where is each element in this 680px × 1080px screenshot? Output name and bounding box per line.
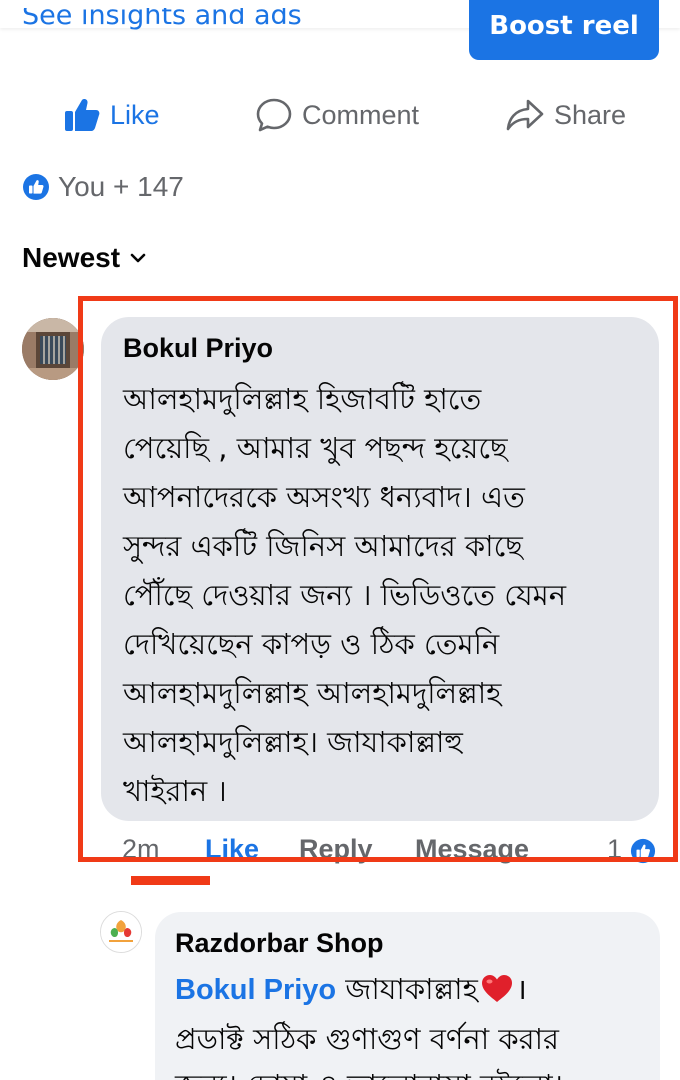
comment-line: পেয়েছি , আমার খুব পছন্দ হয়েছে [123, 431, 508, 465]
comment-button[interactable]: Comment [256, 90, 419, 140]
comment-bubble[interactable]: Bokul Priyo আলহামদুলিল্লাহ হিজাবটি হাতে … [101, 317, 659, 821]
highlight-underline [131, 876, 210, 885]
comment-line: খাইরান । [123, 774, 227, 808]
comment-author[interactable]: Bokul Priyo [123, 331, 637, 365]
thumbs-up-icon [64, 98, 100, 132]
comment-like-button[interactable]: Like [205, 834, 259, 865]
post-actions: Like Comment Share [0, 90, 680, 140]
comment-sort-dropdown[interactable]: Newest [22, 238, 146, 278]
avatar[interactable] [22, 318, 84, 380]
comment-text: আলহামদুলিল্লাহ হিজাবটি হাতে পেয়েছি , আম… [123, 375, 637, 816]
like-button[interactable]: Like [64, 90, 160, 140]
comment-line: দেখিয়েছেন কাপড় ও ঠিক তেমনি [123, 627, 500, 661]
comment-meta: 2m Like Reply Message 1 [122, 830, 662, 870]
comment-reply-button[interactable]: Reply [299, 834, 373, 865]
comment-line: আপনাদেরকে অসংখ্য ধন্যবাদ। এত [123, 480, 525, 514]
share-button[interactable]: Share [506, 90, 626, 140]
comment-line: সুন্দর একটি জিনিস আমাদের কাছে [123, 529, 523, 563]
reply-text: Bokul Priyo জাযাকাল্লাহ । প্রডাক্ট সঠিক গ… [175, 966, 640, 1080]
reply-line: Bokul Priyo জাযাকাল্লাহ । [175, 966, 640, 1016]
reply-line-end: । [515, 972, 527, 1006]
comment-reaction-count[interactable]: 1 [607, 834, 622, 865]
chevron-down-icon [130, 252, 146, 264]
comment-bubble-icon [256, 98, 292, 132]
reply-line: জন্য। দোয়া ও ভালোবাসা রইলো। [175, 1062, 640, 1080]
like-reaction-icon [22, 173, 50, 201]
comment-line: আলহামদুলিল্লাহ। জাযাকাল্লাহু [123, 725, 463, 759]
comment-time: 2m [122, 834, 160, 864]
boost-reel-button[interactable]: Boost reel [469, 0, 659, 60]
comment-line: আলহামদুলিল্লাহ আলহামদুলিল্লাহ [123, 676, 502, 710]
heart-emoji-icon [480, 970, 514, 1016]
reply-line: প্রডাক্ট সঠিক গুণাগুণ বর্ণনা করার [175, 1022, 559, 1056]
like-reaction-icon [630, 838, 656, 871]
comment-label: Comment [302, 99, 420, 130]
share-arrow-icon [506, 98, 544, 132]
reactions-count: You + 147 [58, 171, 184, 202]
see-insights-label: See insights and ads [22, 8, 302, 31]
comment-line: আলহামদুলিল্লাহ হিজাবটি হাতে [123, 382, 482, 416]
reply-mention[interactable]: Bokul Priyo [175, 974, 336, 1006]
comments-screen: See insights and ads Boost reel Like Com… [0, 0, 680, 1080]
shop-avatar[interactable] [100, 911, 142, 953]
boost-reel-label: Boost reel [489, 11, 639, 41]
reply-author[interactable]: Razdorbar Shop [175, 926, 640, 960]
reply-line-text: জাযাকাল্লাহ [345, 972, 478, 1006]
share-label: Share [554, 99, 627, 130]
comment-message-button[interactable]: Message [415, 834, 529, 865]
reply-bubble[interactable]: Razdorbar Shop Bokul Priyo জাযাকাল্লাহ । … [155, 912, 660, 1080]
see-insights-link[interactable]: See insights and ads [22, 8, 302, 36]
sort-label: Newest [22, 242, 121, 273]
comment-line: পৌঁছে দেওয়ার জন্য । ভিডিওতে যেমন [123, 578, 567, 612]
like-label: Like [110, 99, 160, 130]
reactions-summary[interactable]: You + 147 [22, 168, 184, 206]
